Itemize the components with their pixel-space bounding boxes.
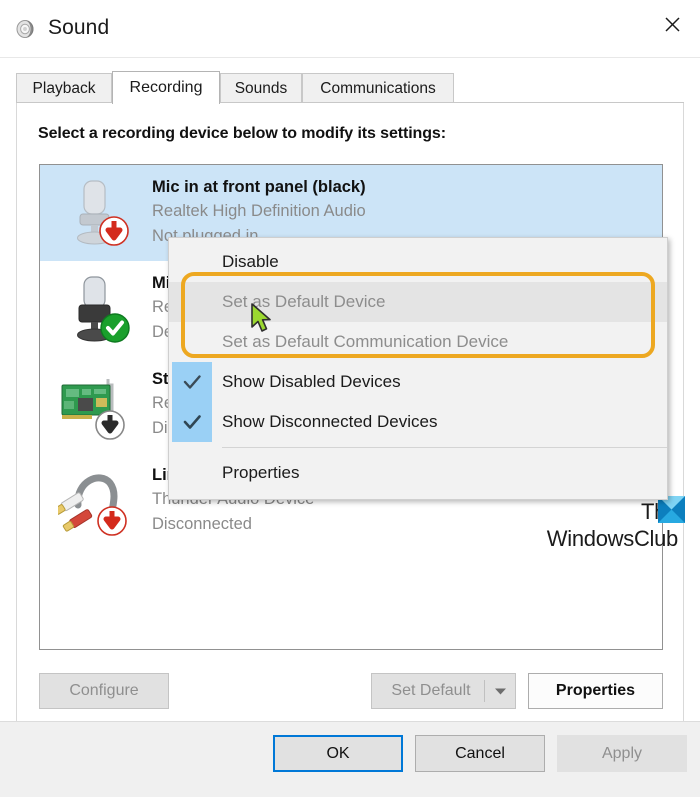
set-default-label: Set Default	[391, 682, 471, 699]
chevron-down-icon[interactable]	[485, 687, 515, 696]
menu-item-label: Set as Default Communication Device	[222, 332, 509, 351]
tab-playback[interactable]: Playback	[16, 73, 112, 103]
apply-button[interactable]: Apply	[557, 735, 687, 772]
menu-item-label: Show Disconnected Devices	[222, 412, 438, 431]
menu-separator	[222, 447, 667, 448]
menu-item-show-disconnected-devices[interactable]: Show Disconnected Devices	[169, 402, 667, 442]
menu-item-label: Disable	[222, 252, 279, 271]
context-menu: Disable Set as Default Device Set as Def…	[168, 237, 668, 500]
menu-item-disable[interactable]: Disable	[169, 242, 667, 282]
window-title: Sound	[48, 16, 110, 39]
sound-card-icon	[58, 365, 140, 445]
menu-item-set-as-default-communication-device[interactable]: Set as Default Communication Device	[169, 322, 667, 362]
windowsclub-logo-icon	[658, 496, 685, 523]
menu-item-label: Properties	[222, 463, 300, 482]
watermark: The WindowsClub	[546, 496, 685, 552]
menu-item-properties[interactable]: Properties	[169, 453, 667, 493]
device-name: Mic in at front panel (black)	[152, 178, 366, 196]
microphone-disabled-icon	[58, 173, 140, 253]
checkmark-icon	[172, 362, 212, 402]
title-bar: Sound	[0, 0, 700, 58]
cancel-button[interactable]: Cancel	[415, 735, 545, 772]
device-driver: Realtek High Definition Audio	[152, 202, 366, 220]
close-button[interactable]	[644, 0, 700, 48]
tab-strip: Playback Recording Sounds Communications	[16, 71, 684, 104]
properties-button[interactable]: Properties	[528, 673, 663, 709]
rca-cable-icon	[54, 461, 140, 541]
microphone-icon	[58, 269, 140, 349]
ok-button[interactable]: OK	[273, 735, 403, 772]
menu-item-label: Show Disabled Devices	[222, 372, 401, 391]
configure-button[interactable]: Configure	[39, 673, 169, 709]
tab-recording[interactable]: Recording	[112, 71, 220, 104]
set-default-split-button[interactable]: Set Default	[371, 673, 516, 709]
tab-sounds[interactable]: Sounds	[220, 73, 302, 103]
tab-communications[interactable]: Communications	[302, 73, 454, 103]
menu-item-show-disabled-devices[interactable]: Show Disabled Devices	[169, 362, 667, 402]
sound-dialog: Sound Playback Recording Sounds Communic…	[0, 0, 700, 797]
watermark-line-2: WindowsClub	[546, 526, 679, 551]
checkmark-icon	[172, 402, 212, 442]
menu-item-set-as-default-device[interactable]: Set as Default Device	[169, 282, 667, 322]
panel-prompt: Select a recording device below to modif…	[38, 125, 446, 142]
speaker-icon	[14, 16, 40, 42]
menu-item-label: Set as Default Device	[222, 292, 386, 311]
